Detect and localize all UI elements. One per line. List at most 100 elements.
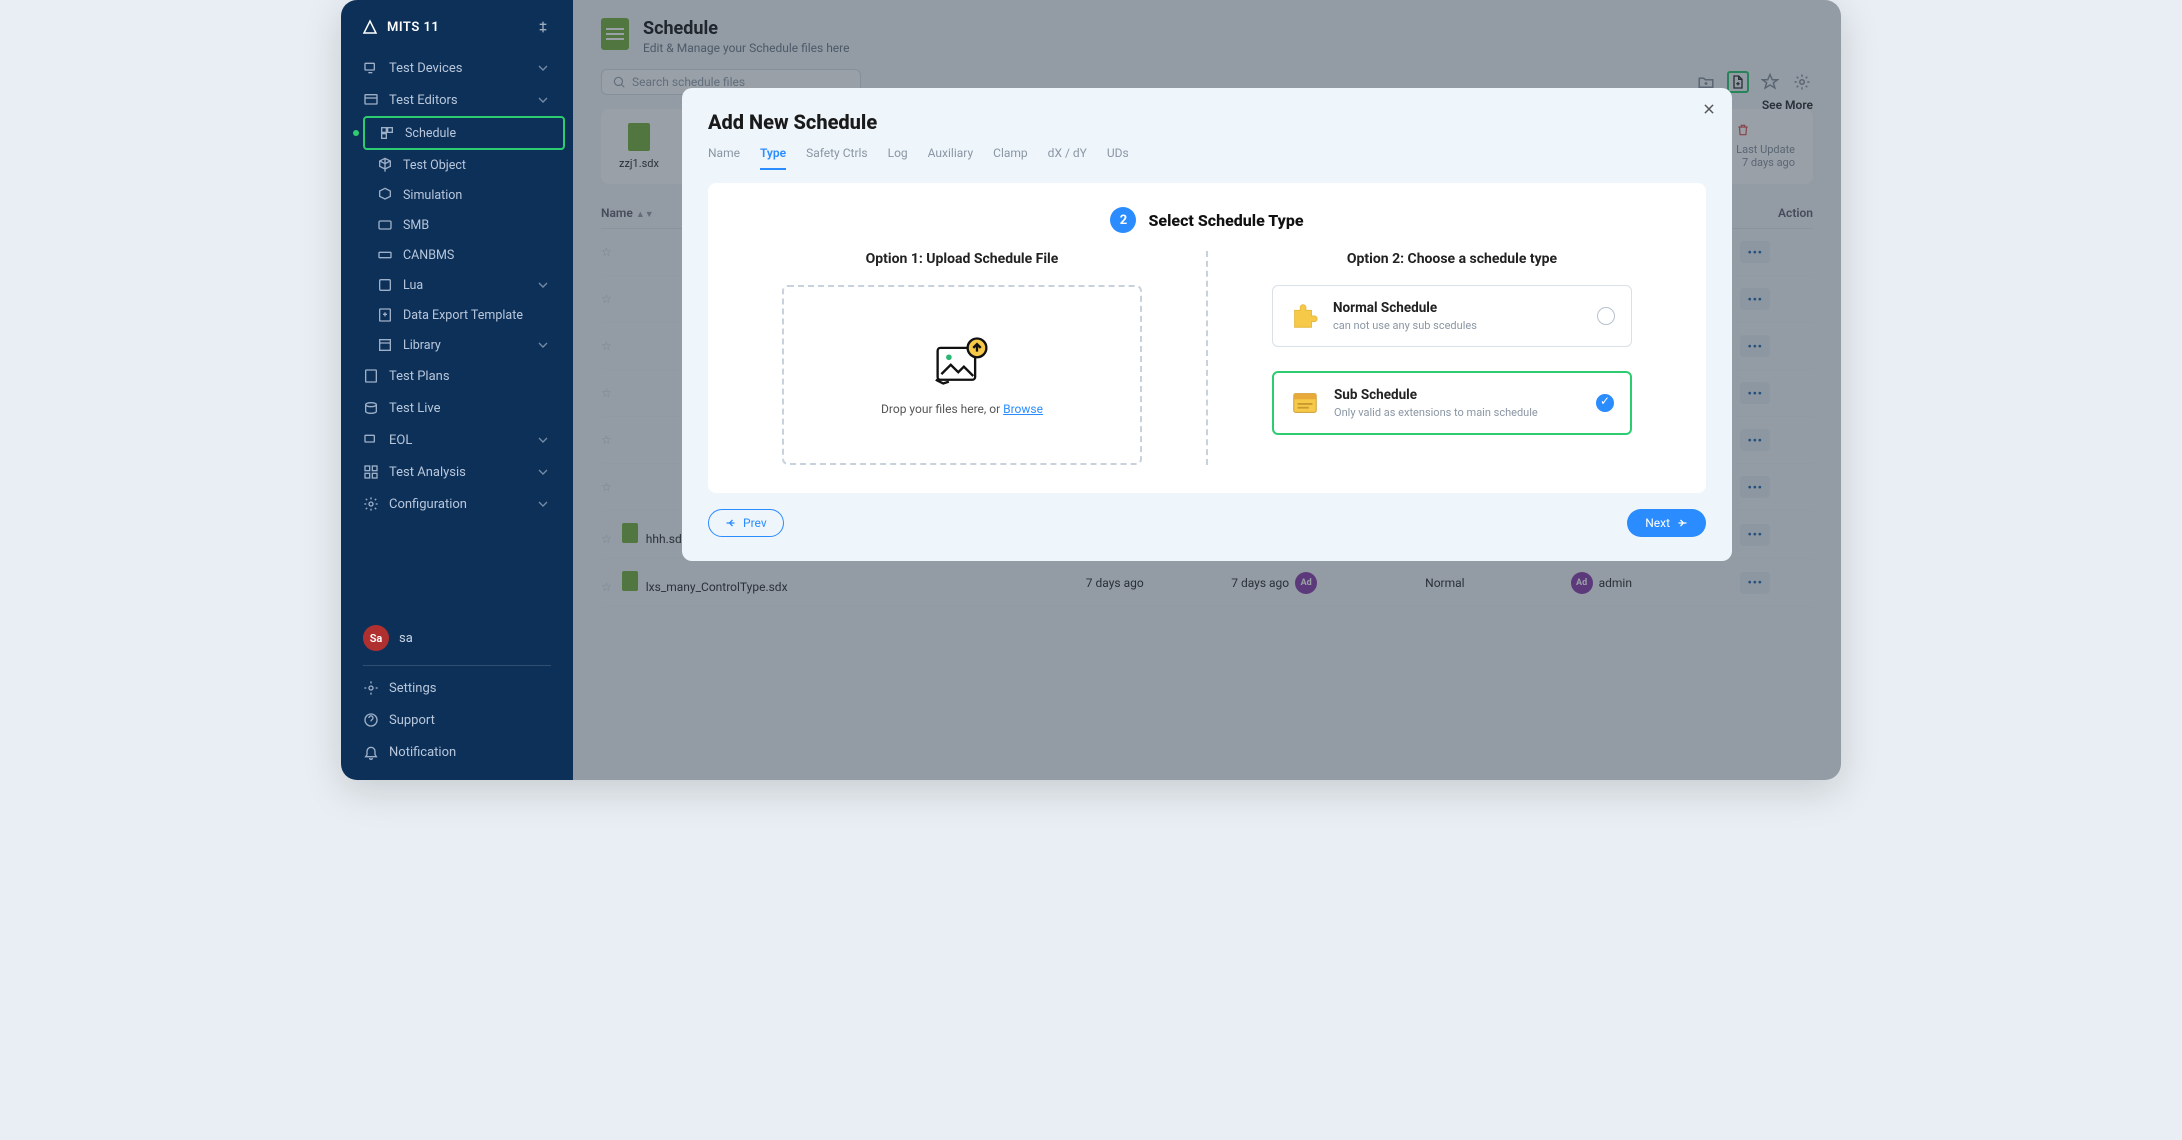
add-schedule-modal: Add New Schedule Name Type Safety Ctrls Log… xyxy=(682,88,1732,561)
sidebar-user[interactable]: Sa sa xyxy=(349,617,565,659)
chevron-down-icon xyxy=(535,337,551,353)
sidebar-item-label: SMB xyxy=(403,218,429,233)
sidebar-item-library[interactable]: Library xyxy=(363,330,565,360)
sidebar-item-canbms[interactable]: CANBMS xyxy=(363,240,565,270)
sidebar-item-lua[interactable]: Lua xyxy=(363,270,565,300)
sidebar-item-support[interactable]: Support xyxy=(349,704,565,736)
step-title: Select Schedule Type xyxy=(1148,211,1303,230)
prev-button[interactable]: Prev xyxy=(708,509,784,537)
sidebar-item-label: Settings xyxy=(389,681,436,696)
sidebar-item-notification[interactable]: Notification xyxy=(349,736,565,768)
sidebar-item-smb[interactable]: SMB xyxy=(363,210,565,240)
logo-icon xyxy=(361,18,379,36)
tab-uds[interactable]: UDs xyxy=(1107,146,1129,170)
next-button[interactable]: Next xyxy=(1627,509,1706,537)
chevron-down-icon xyxy=(535,432,551,448)
sidebar: MITS 11 Test Devices Test Editors Schedu… xyxy=(341,0,573,780)
card-subtitle: can not use any sub scedules xyxy=(1333,319,1477,332)
chevron-down-icon xyxy=(535,277,551,293)
modal-title: Add New Schedule xyxy=(708,110,1706,134)
sidebar-item-test-devices[interactable]: Test Devices xyxy=(349,52,565,84)
analysis-icon xyxy=(363,464,379,480)
smb-icon xyxy=(377,217,393,233)
chevron-down-icon xyxy=(535,464,551,480)
sidebar-item-test-plans[interactable]: Test Plans xyxy=(349,360,565,392)
option2-title: Option 2: Choose a schedule type xyxy=(1347,251,1557,267)
canbms-icon xyxy=(377,247,393,263)
tab-auxiliary[interactable]: Auxiliary xyxy=(928,146,973,170)
schedule-type-sub[interactable]: Sub Schedule Only valid as extensions to… xyxy=(1272,371,1632,435)
close-button[interactable] xyxy=(1702,102,1716,116)
card-title: Normal Schedule xyxy=(1333,300,1477,316)
divider xyxy=(363,665,551,666)
devices-icon xyxy=(363,60,379,76)
sidebar-item-label: Lua xyxy=(403,278,423,293)
sidebar-item-data-export[interactable]: Data Export Template xyxy=(363,300,565,330)
sidebar-item-label: Support xyxy=(389,713,435,728)
radio-unchecked xyxy=(1597,307,1615,325)
sidebar-item-label: Test Object xyxy=(403,158,466,173)
sidebar-item-label: Test Plans xyxy=(389,369,450,384)
browse-link[interactable]: Browse xyxy=(1003,402,1043,416)
arrow-left-icon xyxy=(725,517,737,529)
main-content: Schedule Edit & Manage your Schedule fil… xyxy=(573,0,1841,780)
schedule-icon xyxy=(379,125,395,141)
close-icon xyxy=(1702,102,1716,116)
sidebar-item-eol[interactable]: EOL xyxy=(349,424,565,456)
simulation-icon xyxy=(377,187,393,203)
tab-clamp[interactable]: Clamp xyxy=(993,146,1028,170)
card-title: Sub Schedule xyxy=(1334,387,1538,403)
sidebar-item-test-live[interactable]: Test Live xyxy=(349,392,565,424)
schedule-type-normal[interactable]: Normal Schedule can not use any sub sced… xyxy=(1272,285,1632,347)
sidebar-item-settings[interactable]: Settings xyxy=(349,672,565,704)
drop-text: Drop your files here, or xyxy=(881,402,1003,416)
sidebar-item-label: Notification xyxy=(389,745,456,760)
sidebar-item-label: Data Export Template xyxy=(403,308,523,323)
sidebar-item-label: Configuration xyxy=(389,497,467,512)
sidebar-item-test-analysis[interactable]: Test Analysis xyxy=(349,456,565,488)
tab-type[interactable]: Type xyxy=(760,146,786,170)
step-number: 2 xyxy=(1110,207,1136,233)
cube-icon xyxy=(377,157,393,173)
collapse-icon[interactable] xyxy=(537,19,553,35)
plans-icon xyxy=(363,368,379,384)
chevron-up-icon xyxy=(535,92,551,108)
editors-icon xyxy=(363,92,379,108)
sidebar-item-label: Test Editors xyxy=(389,93,458,108)
eol-icon xyxy=(363,432,379,448)
arrow-right-icon xyxy=(1676,517,1688,529)
option1-title: Option 1: Upload Schedule File xyxy=(866,251,1059,267)
tab-log[interactable]: Log xyxy=(888,146,908,170)
card-subtitle: Only valid as extensions to main schedul… xyxy=(1334,406,1538,419)
upload-illustration-icon xyxy=(932,334,992,388)
lua-icon xyxy=(377,277,393,293)
sidebar-item-label: Library xyxy=(403,338,441,353)
puzzle-icon xyxy=(1289,301,1319,331)
tab-safety-ctrls[interactable]: Safety Ctrls xyxy=(806,146,868,170)
sidebar-item-label: Schedule xyxy=(405,126,456,141)
sub-schedule-icon xyxy=(1290,388,1320,418)
help-icon xyxy=(363,712,379,728)
sidebar-item-test-object[interactable]: Test Object xyxy=(363,150,565,180)
gear-icon xyxy=(363,680,379,696)
upload-dropzone[interactable]: Drop your files here, or Browse xyxy=(782,285,1142,465)
radio-checked xyxy=(1596,394,1614,412)
sidebar-item-label: EOL xyxy=(389,433,412,448)
user-name: sa xyxy=(399,631,413,646)
user-avatar: Sa xyxy=(363,625,389,651)
divider xyxy=(1206,251,1208,465)
sidebar-item-simulation[interactable]: Simulation xyxy=(363,180,565,210)
export-icon xyxy=(377,307,393,323)
sidebar-item-label: Test Analysis xyxy=(389,465,466,480)
sidebar-item-configuration[interactable]: Configuration xyxy=(349,488,565,520)
gear-icon xyxy=(363,496,379,512)
tab-dx-dy[interactable]: dX / dY xyxy=(1048,146,1087,170)
chevron-down-icon xyxy=(535,60,551,76)
sidebar-item-test-editors[interactable]: Test Editors xyxy=(349,84,565,116)
sidebar-item-label: Simulation xyxy=(403,188,462,203)
sidebar-item-schedule[interactable]: Schedule xyxy=(363,116,565,150)
tab-name[interactable]: Name xyxy=(708,146,740,170)
live-icon xyxy=(363,400,379,416)
sidebar-item-label: Test Devices xyxy=(389,61,462,76)
chevron-down-icon xyxy=(535,496,551,512)
